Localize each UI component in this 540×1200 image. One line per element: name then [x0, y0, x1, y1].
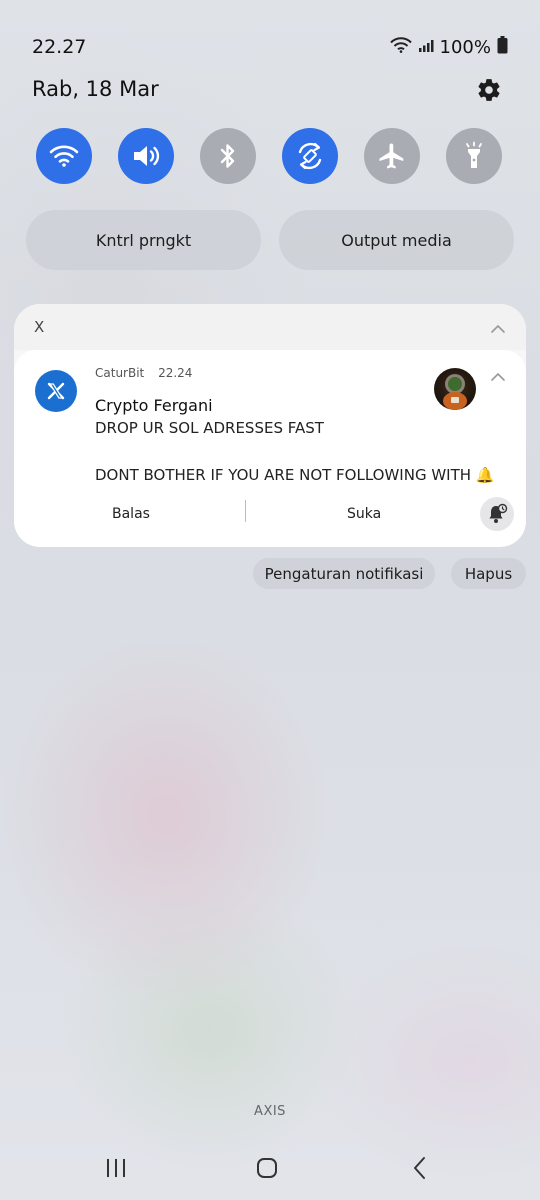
battery-icon: [497, 36, 508, 58]
notification-text-line2: DONT BOTHER IF YOU ARE NOT FOLLOWING WIT…: [95, 466, 495, 484]
snooze-button[interactable]: [480, 497, 514, 531]
notification-item[interactable]: CaturBit 22.24 Crypto Fergani DROP UR SO…: [14, 350, 526, 547]
collapse-group-button[interactable]: [490, 319, 506, 338]
wifi-icon: [49, 145, 79, 167]
bluetooth-toggle[interactable]: [200, 128, 256, 184]
recents-icon: [107, 1159, 125, 1177]
signal-icon: [418, 38, 434, 57]
settings-button[interactable]: [474, 75, 504, 105]
action-divider: [245, 500, 246, 522]
like-button[interactable]: Suka: [347, 506, 381, 522]
notification-text-line1: DROP UR SOL ADRESSES FAST: [95, 419, 324, 437]
auto-rotate-toggle[interactable]: [282, 128, 338, 184]
group-app-name: X: [34, 318, 45, 336]
status-time: 22.27: [32, 36, 87, 58]
airplane-toggle[interactable]: [364, 128, 420, 184]
quick-toggles: [36, 128, 506, 184]
expand-notification-button[interactable]: [490, 367, 506, 386]
device-control-button[interactable]: Kntrl prngkt: [26, 210, 261, 270]
notification-group-header[interactable]: X: [14, 304, 526, 350]
sound-toggle[interactable]: [118, 128, 174, 184]
notification-time: 22.24: [158, 366, 193, 380]
clear-all-button[interactable]: Hapus: [451, 558, 526, 589]
avatar: [434, 368, 476, 410]
status-icons: 100%: [389, 36, 508, 58]
flashlight-icon: [466, 141, 482, 168]
bell-snooze-icon: [489, 503, 508, 523]
flashlight-toggle[interactable]: [446, 128, 502, 184]
home-button[interactable]: [247, 1150, 287, 1186]
media-output-button[interactable]: Output media: [279, 210, 514, 270]
sender-app-name: CaturBit: [95, 366, 145, 380]
notification-settings-button[interactable]: Pengaturan notifikasi: [253, 558, 435, 589]
airplane-icon: [379, 143, 404, 169]
notification-meta: CaturBit 22.24: [95, 366, 192, 380]
back-button[interactable]: [399, 1150, 439, 1186]
battery-percent: 100%: [439, 36, 491, 58]
date-label: Rab, 18 Mar: [32, 77, 159, 101]
back-icon: [414, 1157, 425, 1179]
bluetooth-icon: [220, 144, 235, 168]
gear-icon: [478, 79, 500, 101]
rotate-icon: [298, 142, 322, 170]
notification-card[interactable]: X CaturBit 22.24 Crypto Fergani DROP UR …: [14, 304, 526, 547]
notification-title: Crypto Fergani: [95, 396, 213, 415]
speaker-icon: [134, 146, 160, 166]
recent-apps-button[interactable]: [96, 1150, 136, 1186]
reply-button[interactable]: Balas: [112, 506, 150, 522]
chevron-up-icon: [491, 373, 505, 381]
wifi-toggle[interactable]: [36, 128, 92, 184]
wifi-icon: [389, 37, 412, 57]
x-app-icon: [35, 370, 77, 412]
home-icon: [257, 1158, 277, 1178]
carrier-label: AXIS: [254, 1104, 286, 1119]
chevron-up-icon: [491, 325, 505, 333]
